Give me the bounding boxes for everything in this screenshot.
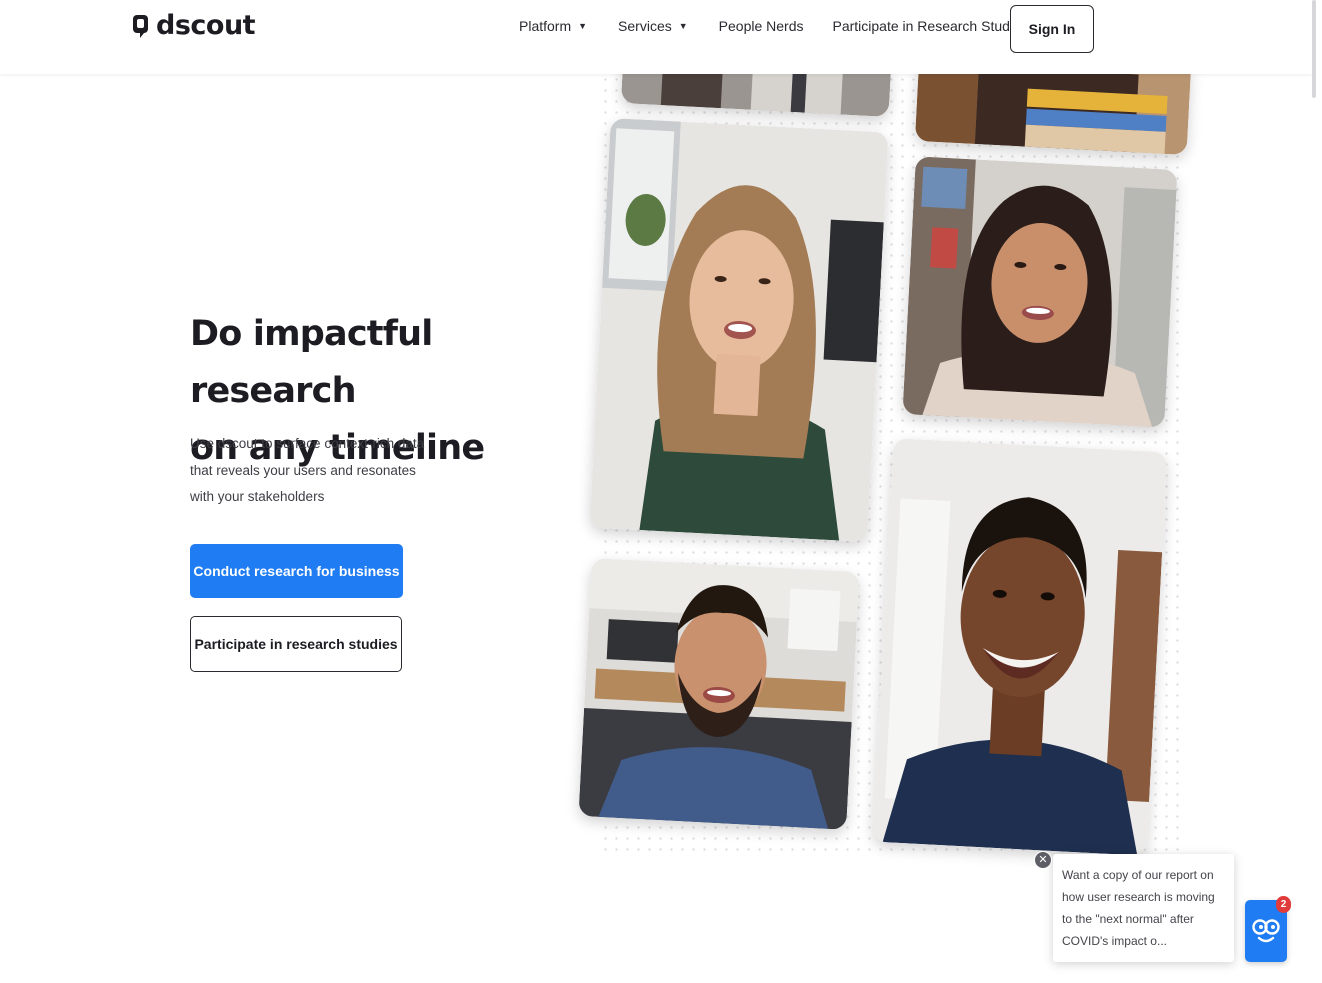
participant-photo-man-1 bbox=[578, 558, 860, 830]
nav-participate-label: Participate in Research Studies bbox=[832, 18, 1028, 34]
popup-message: Want a copy of our report on how user re… bbox=[1062, 868, 1215, 948]
main-nav: Platform ▼ Services ▼ People Nerds Parti… bbox=[519, 18, 1028, 34]
brand-name: dscout bbox=[156, 10, 256, 41]
participant-photo-woman-1 bbox=[589, 118, 889, 542]
sign-in-button[interactable]: Sign In bbox=[1010, 5, 1094, 53]
close-icon[interactable]: ✕ bbox=[1034, 851, 1052, 869]
caret-down-icon: ▼ bbox=[678, 21, 688, 31]
hero-subtitle: Use dscout to surface context-rich data … bbox=[190, 436, 425, 504]
conduct-research-button[interactable]: Conduct research for business bbox=[190, 544, 403, 598]
participant-photo-man-2 bbox=[872, 438, 1168, 856]
nav-platform[interactable]: Platform ▼ bbox=[519, 18, 587, 34]
caret-down-icon: ▼ bbox=[578, 21, 588, 31]
nav-services-label: Services bbox=[618, 18, 672, 34]
participate-research-button[interactable]: Participate in research studies bbox=[190, 616, 402, 672]
nav-people-nerds[interactable]: People Nerds bbox=[719, 18, 804, 34]
nav-participate[interactable]: Participate in Research Studies bbox=[832, 18, 1027, 34]
participant-photo-woman-2 bbox=[902, 156, 1178, 428]
brand-logo[interactable]: dscout bbox=[131, 10, 256, 41]
page-scrollbar[interactable] bbox=[1312, 0, 1316, 98]
speech-bubble-logo-icon bbox=[133, 14, 148, 38]
nav-services[interactable]: Services ▼ bbox=[618, 18, 688, 34]
hero-title-line-1: Do impactful research bbox=[190, 314, 433, 411]
report-popup[interactable]: Want a copy of our report on how user re… bbox=[1053, 854, 1234, 962]
mascot-face-icon bbox=[1252, 919, 1280, 943]
notification-badge: 2 bbox=[1276, 896, 1291, 913]
site-header: dscout Platform ▼ Services ▼ People Nerd… bbox=[0, 0, 1312, 74]
nav-people-nerds-label: People Nerds bbox=[718, 18, 804, 34]
nav-platform-label: Platform bbox=[519, 18, 572, 34]
